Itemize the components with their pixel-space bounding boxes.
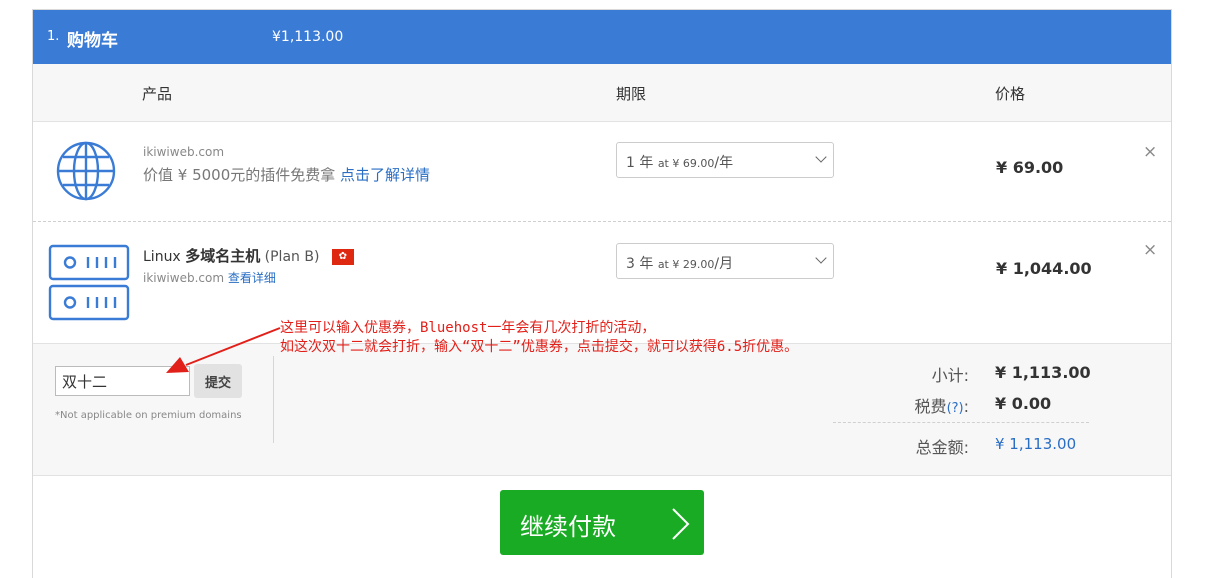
tax-label: 税费(?):	[915, 393, 969, 417]
continue-payment-label: 继续付款	[520, 514, 616, 541]
column-product: 产品	[142, 85, 173, 103]
hosting-name: 多域名主机	[185, 247, 261, 265]
hosting-domain-name: ikiwiweb.com	[143, 271, 225, 285]
hosting-details-link[interactable]: 查看详细	[228, 271, 276, 285]
remove-hosting-button[interactable]: ×	[1143, 240, 1157, 260]
summary-divider	[833, 422, 1089, 423]
cart-header: 1. 购物车 ¥1,113.00	[33, 10, 1171, 64]
annotation-line-2: 如这次双十二就会打折，输入“双十二”优惠券，点击提交，就可以获得6.5折优惠。	[280, 339, 799, 355]
promo-details-link[interactable]: 点击了解详情	[340, 166, 430, 184]
column-headers: 产品 期限 价格	[33, 64, 1171, 122]
chevron-down-icon	[815, 252, 827, 264]
annotation-text: 这里可以输入优惠券，Bluehost一年会有几次打折的活动， 如这次双十二就会打…	[280, 319, 798, 357]
plugin-promo: 价值 ¥ 5000元的插件免费拿 点击了解详情	[143, 164, 430, 185]
term-count: 1 年	[626, 155, 654, 171]
server-icon	[48, 244, 130, 326]
term-count: 3 年	[626, 256, 654, 272]
cart-item-domain: ikiwiweb.com 价值 ¥ 5000元的插件免费拿 点击了解详情 1 年…	[33, 122, 1171, 222]
subtotal-value: ¥ 1,113.00	[995, 363, 1091, 382]
chevron-down-icon	[815, 151, 827, 163]
hosting-term-select[interactable]: 3 年 at ¥ 29.00/月	[616, 243, 834, 279]
tax-colon: :	[963, 397, 969, 416]
promo-text: 价值 ¥ 5000元的插件免费拿	[143, 166, 336, 184]
hosting-domain: ikiwiweb.com 查看详细	[143, 269, 276, 286]
coupon-input[interactable]	[55, 366, 190, 396]
step-number: 1.	[47, 29, 60, 44]
globe-icon	[55, 140, 117, 206]
hosting-price: ¥ 1,044.00	[996, 259, 1092, 278]
term-unit: /月	[714, 256, 734, 272]
divider	[273, 356, 274, 443]
cart-summary-area: 提交 *Not applicable on premium domains 小计…	[33, 343, 1171, 476]
term-unit: /年	[714, 155, 734, 171]
domain-term-select[interactable]: 1 年 at ¥ 69.00/年	[616, 142, 834, 178]
coupon-note: *Not applicable on premium domains	[55, 410, 242, 421]
cart-card: 1. 购物车 ¥1,113.00 产品 期限 价格 ikiwiweb.com 价…	[32, 9, 1172, 578]
subtotal-label: 小计:	[931, 366, 969, 385]
total-label: 总金额:	[915, 438, 969, 457]
annotation-line-1: 这里可以输入优惠券，Bluehost一年会有几次打折的活动，	[280, 320, 656, 336]
continue-payment-button[interactable]: 继续付款	[500, 490, 704, 555]
chevron-right-icon	[672, 508, 690, 540]
tax-value: ¥ 0.00	[995, 394, 1052, 413]
cart-title: 购物车	[67, 31, 118, 51]
coupon-submit-button[interactable]: 提交	[194, 364, 242, 398]
domain-name: ikiwiweb.com	[143, 145, 225, 159]
column-price: 价格	[995, 85, 1026, 103]
hosting-os: Linux	[143, 249, 181, 265]
remove-domain-button[interactable]: ×	[1143, 142, 1157, 162]
hosting-plan-title: Linux 多域名主机 (Plan B) ✿	[143, 245, 354, 266]
tax-label-text: 税费	[914, 397, 947, 416]
term-at: at ¥ 69.00	[657, 157, 715, 170]
tax-help-link[interactable]: (?)	[947, 401, 964, 416]
domain-price: ¥ 69.00	[996, 158, 1064, 177]
header-total: ¥1,113.00	[272, 29, 344, 45]
column-term: 期限	[616, 85, 647, 103]
total-value: ¥ 1,113.00	[995, 435, 1077, 453]
term-at: at ¥ 29.00	[657, 258, 715, 271]
hong-kong-flag-icon: ✿	[331, 249, 354, 265]
hosting-plan: (Plan B)	[264, 249, 320, 265]
